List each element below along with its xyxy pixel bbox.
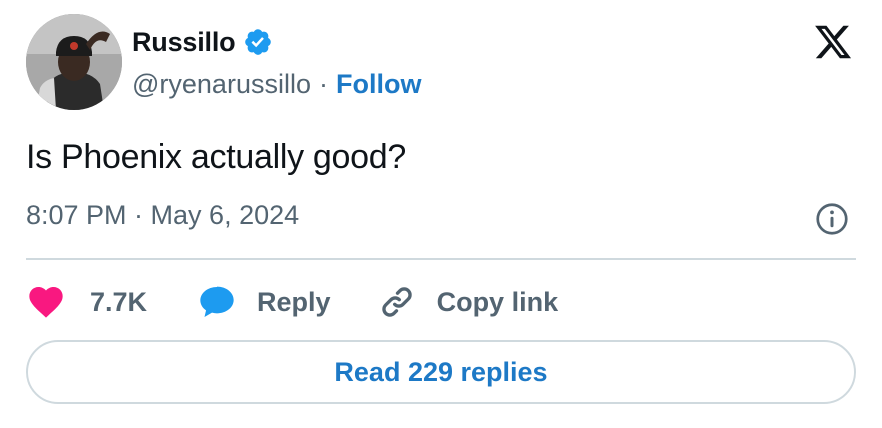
divider bbox=[26, 258, 856, 260]
avatar[interactable] bbox=[26, 14, 122, 110]
action-bar: 7.7K Reply Copy link bbox=[26, 280, 558, 324]
reply-bubble-icon bbox=[197, 282, 237, 322]
follow-link[interactable]: Follow bbox=[336, 69, 421, 100]
x-logo-icon[interactable] bbox=[812, 22, 854, 62]
author-handle[interactable]: @ryenarussillo bbox=[132, 69, 311, 100]
like-count: 7.7K bbox=[90, 286, 148, 317]
author-name-row: Russillo bbox=[132, 22, 273, 62]
author-handle-row: @ryenarussillo · Follow bbox=[132, 66, 421, 102]
separator-dot: · bbox=[318, 68, 328, 99]
verified-badge-icon bbox=[243, 27, 273, 57]
tweet-embed-card: Russillo @ryenarussillo · Follow Is Phoe… bbox=[0, 0, 882, 428]
reply-label: Reply bbox=[257, 286, 331, 317]
read-replies-button[interactable]: Read 229 replies bbox=[26, 340, 856, 404]
reply-button[interactable]: Reply bbox=[197, 282, 331, 322]
copy-link-label: Copy link bbox=[436, 286, 559, 317]
info-icon[interactable] bbox=[814, 201, 850, 237]
tweet-text: Is Phoenix actually good? bbox=[26, 138, 406, 176]
avatar-photo bbox=[26, 14, 122, 110]
tweet-timestamp[interactable]: 8:07 PM · May 6, 2024 bbox=[26, 200, 299, 231]
link-icon bbox=[377, 282, 417, 322]
read-replies-label: Read 229 replies bbox=[334, 356, 548, 387]
like-button[interactable]: 7.7K bbox=[26, 282, 147, 322]
author-name[interactable]: Russillo bbox=[132, 27, 236, 58]
copy-link-button[interactable]: Copy link bbox=[377, 282, 559, 322]
heart-icon bbox=[26, 282, 66, 322]
